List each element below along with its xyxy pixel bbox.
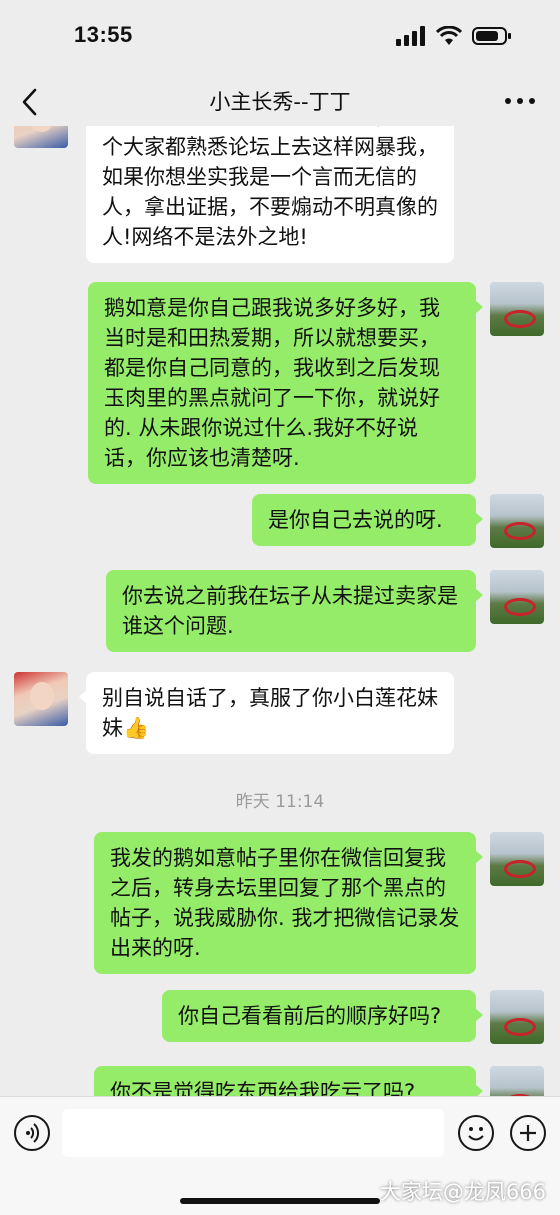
message-text: 别自说自话了，真服了你小白莲花妹妹👍 <box>102 686 438 740</box>
chat-message-list[interactable]: 你是我的朋友？一言一不短短，在一个大家都熟悉论坛上去这样网暴我，如果你想坐实我是… <box>0 126 560 1096</box>
voice-icon <box>26 1123 40 1143</box>
avatar[interactable] <box>14 672 68 726</box>
avatar[interactable] <box>14 126 68 148</box>
avatar[interactable] <box>490 570 544 624</box>
chat-title: 小主长秀--丁丁 <box>209 90 351 114</box>
plus-icon <box>520 1125 536 1141</box>
chat-bubble-received[interactable]: 别自说自话了，真服了你小白莲花妹妹👍 <box>79 672 454 754</box>
chat-bubble-sent[interactable]: 你自己看看前后的顺序好吗? <box>162 990 483 1042</box>
wifi-icon <box>436 26 462 45</box>
battery-icon <box>472 27 511 45</box>
home-indicator[interactable] <box>180 1198 380 1204</box>
chat-bubble-sent[interactable]: 你去说之前我在坛子从未提过卖家是谁这个问题. <box>106 570 483 652</box>
chat-bubble-received[interactable]: 你是我的朋友？一言一不短短，在一个大家都熟悉论坛上去这样网暴我，如果你想坐实我是… <box>86 126 454 263</box>
message-text: 是你自己去说的呀. <box>268 508 443 532</box>
chat-bubble-sent[interactable]: 鹅如意是你自己跟我说多好多好，我当时是和田热爱期，所以就想要买，都是你自己同意的… <box>88 282 483 484</box>
more-actions-button[interactable] <box>510 1115 546 1151</box>
message-input[interactable] <box>62 1109 444 1157</box>
message-text: 你去说之前我在坛子从未提过卖家是谁这个问题. <box>122 584 458 638</box>
status-time: 13:55 <box>74 22 133 47</box>
message-text: 鹅如意是你自己跟我说多好多好，我当时是和田热爱期，所以就想要买，都是你自己同意的… <box>104 296 440 470</box>
voice-button[interactable] <box>14 1115 50 1151</box>
status-icons <box>396 26 512 46</box>
more-dots-icon[interactable] <box>500 86 540 116</box>
avatar[interactable] <box>490 282 544 336</box>
watermark: 大家坛@龙凤666 <box>379 1180 546 1204</box>
chat-bubble-sent[interactable]: 我发的鹅如意帖子里你在微信回复我之后，转身去坛里回复了那个黑点的帖子，说我威胁你… <box>94 832 483 974</box>
avatar[interactable] <box>490 1066 544 1096</box>
message-text: 我发的鹅如意帖子里你在微信回复我之后，转身去坛里回复了那个黑点的帖子，说我威胁你… <box>110 846 460 960</box>
message-text: 你不是觉得吃东西给我吃亏了吗? <box>110 1080 416 1096</box>
signal-icon <box>396 26 425 46</box>
avatar[interactable] <box>490 832 544 886</box>
emoji-button[interactable] <box>458 1115 494 1151</box>
message-text: 你自己看看前后的顺序好吗? <box>178 1004 442 1028</box>
status-bar: 13:55 <box>0 0 560 78</box>
timestamp-divider: 昨天 11:14 <box>235 792 325 812</box>
chat-bubble-sent[interactable]: 你不是觉得吃东西给我吃亏了吗? <box>94 1066 483 1096</box>
emoji-icon <box>468 1127 484 1141</box>
avatar[interactable] <box>490 494 544 548</box>
avatar[interactable] <box>490 990 544 1044</box>
chat-header: 小主长秀--丁丁 <box>0 78 560 126</box>
chat-bubble-sent[interactable]: 是你自己去说的呀. <box>252 494 483 546</box>
